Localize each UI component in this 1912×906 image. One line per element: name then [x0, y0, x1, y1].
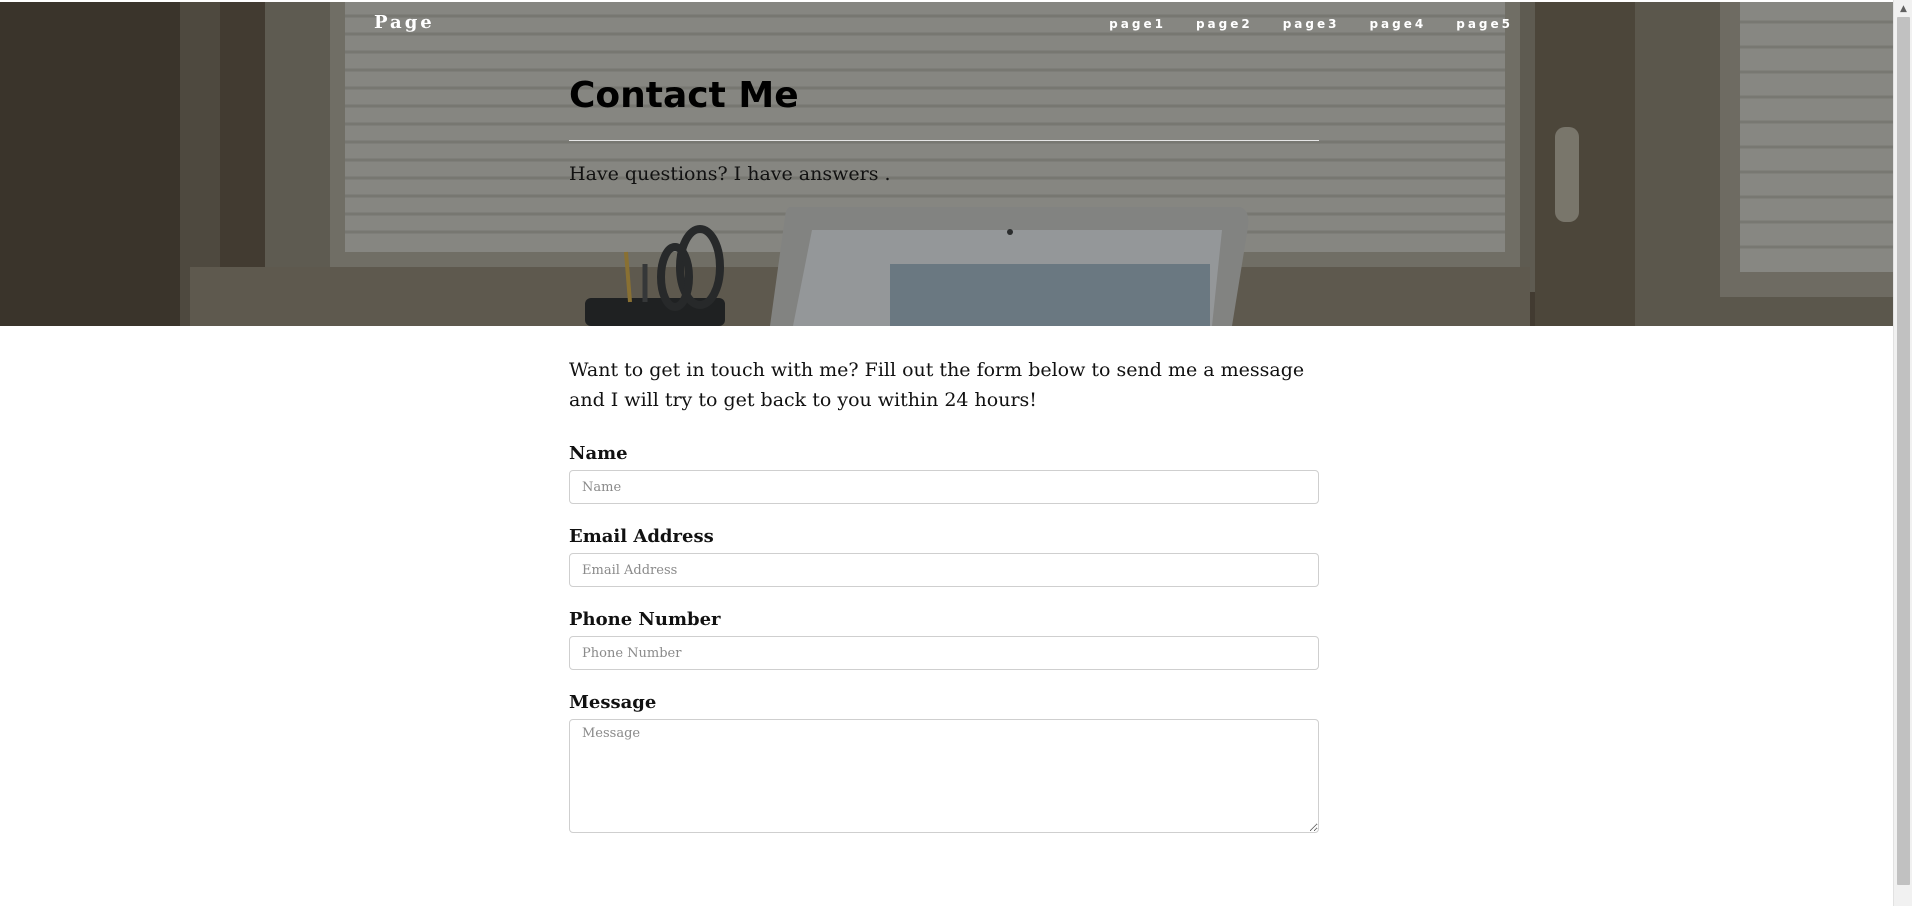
page-subheading: Have questions? I have answers .: [569, 163, 891, 185]
page-heading: Contact Me Have questions? I have answer…: [569, 74, 1319, 185]
message-label: Message: [569, 692, 657, 713]
message-textarea[interactable]: [569, 719, 1319, 833]
name-label: Name: [569, 443, 628, 464]
name-field-group: Name: [569, 443, 1319, 504]
email-input[interactable]: [569, 553, 1319, 587]
phone-input[interactable]: [569, 636, 1319, 670]
scroll-up-arrow-icon[interactable]: ▲: [1894, 0, 1912, 17]
nav-link-page4[interactable]: page4: [1369, 17, 1426, 31]
scrollbar-thumb[interactable]: [1897, 17, 1910, 885]
page-viewport: Page page1 page2 page3 page4 page5 Conta…: [0, 0, 1893, 906]
contact-intro: Want to get in touch with me? Fill out t…: [569, 359, 1305, 411]
nav-link-page1[interactable]: page1: [1109, 17, 1166, 31]
message-field-group: Message: [569, 692, 1319, 833]
main-nav: page1 page2 page3 page4 page5: [1079, 17, 1513, 31]
vertical-scrollbar[interactable]: ▲: [1893, 0, 1912, 906]
heading-divider: [569, 140, 1319, 141]
nav-link-page5[interactable]: page5: [1456, 17, 1513, 31]
contact-form: Name Email Address Phone Number Message: [569, 443, 1319, 833]
phone-field-group: Phone Number: [569, 609, 1319, 670]
navbar-brand[interactable]: Page: [374, 12, 435, 33]
nav-link-page3[interactable]: page3: [1283, 17, 1340, 31]
page-title: Contact Me: [569, 75, 799, 116]
nav-link-page2[interactable]: page2: [1196, 17, 1253, 31]
phone-label: Phone Number: [569, 609, 721, 630]
name-input[interactable]: [569, 470, 1319, 504]
email-label: Email Address: [569, 526, 714, 547]
contact-section: Want to get in touch with me? Fill out t…: [569, 355, 1319, 855]
email-field-group: Email Address: [569, 526, 1319, 587]
